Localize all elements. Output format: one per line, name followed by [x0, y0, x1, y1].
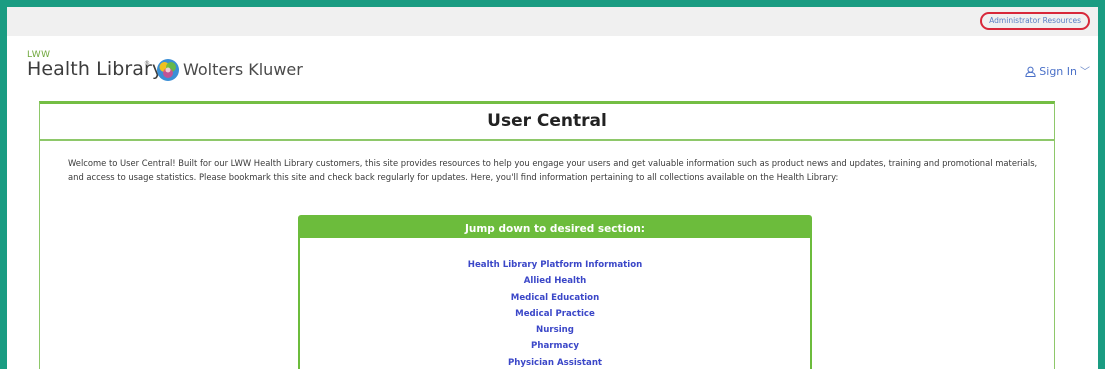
page-title: User Central — [487, 111, 607, 131]
jump-link-medical-practice[interactable]: Medical Practice — [300, 306, 810, 322]
jump-header: Jump down to desired section: — [300, 217, 810, 238]
administrator-resources-link[interactable]: Administrator Resources — [980, 12, 1090, 30]
jump-link-platform-information[interactable]: Health Library Platform Information — [300, 257, 810, 273]
jump-section-box: Jump down to desired section: Health Lib… — [298, 215, 812, 369]
jump-link-physician-assistant[interactable]: Physician Assistant — [300, 355, 810, 369]
utility-bar: Administrator Resources — [7, 7, 1098, 36]
site-header: LWW Health Library ® Wolters Kluwer Sign… — [7, 36, 1098, 96]
screenshot-frame: Administrator Resources LWW Health Libra… — [0, 0, 1105, 369]
content-panel: User Central Welcome to User Central! Bu… — [39, 101, 1055, 369]
jump-link-pharmacy[interactable]: Pharmacy — [300, 338, 810, 354]
wolters-kluwer-logo-icon — [157, 59, 179, 81]
jump-title: Jump down to desired section: — [464, 223, 645, 235]
logo-registered-mark: ® — [144, 60, 150, 67]
logo-health-library-text[interactable]: Health Library — [27, 58, 163, 80]
chevron-down-icon: ﹀ — [1080, 67, 1090, 78]
brand-name: Wolters Kluwer — [183, 60, 303, 79]
jump-link-medical-education[interactable]: Medical Education — [300, 290, 810, 306]
user-icon — [1025, 66, 1036, 77]
jump-link-allied-health[interactable]: Allied Health — [300, 273, 810, 289]
intro-paragraph: Welcome to User Central! Built for our L… — [68, 158, 1038, 182]
title-bar: User Central — [40, 104, 1054, 141]
jump-link-nursing[interactable]: Nursing — [300, 322, 810, 338]
sign-in-label: Sign In — [1039, 65, 1077, 78]
sign-in-button[interactable]: Sign In ﹀ — [1025, 63, 1090, 78]
jump-links-list: Health Library Platform Information Alli… — [300, 238, 810, 369]
